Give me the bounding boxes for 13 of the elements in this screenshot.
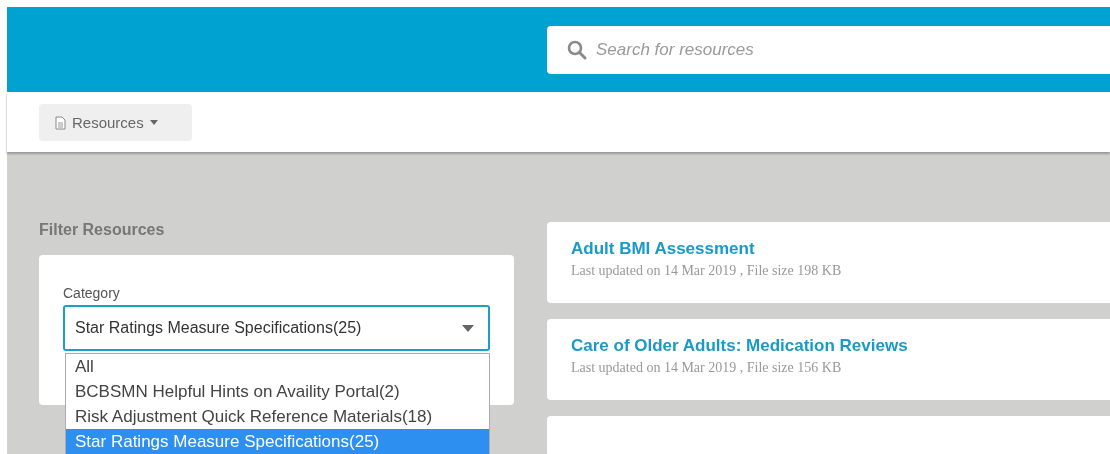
category-select[interactable]: Star Ratings Measure Specifications(25) [63, 305, 490, 351]
resource-meta: Last updated on 14 Mar 2019 , File size 198 KB [571, 263, 843, 279]
filter-heading: Filter Resources [39, 222, 166, 240]
resources-menu-button[interactable]: Resources [39, 104, 192, 141]
dropdown-caret-icon [462, 324, 474, 332]
dropdown-option[interactable]: All [66, 354, 489, 379]
caret-icon [149, 120, 158, 125]
dropdown-option[interactable]: Risk Adjustment Quick Reference Materials(18) [66, 404, 489, 429]
dropdown-option[interactable]: BCBSMN Helpful Hints on Availity Portal(2) [66, 379, 489, 404]
resource-meta: Last updated on 14 Mar 2019 , File size 156 KB [571, 360, 843, 376]
category-label: Category [63, 285, 121, 301]
document-icon [55, 115, 66, 130]
search-field[interactable]: Search for resources [547, 25, 1110, 74]
